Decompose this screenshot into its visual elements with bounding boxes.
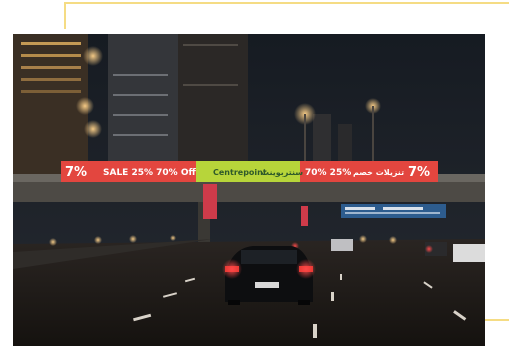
- bridge-billboard: 7% SALE 25% 70% Off Centrepoint سنتربوين…: [61, 161, 438, 182]
- billboard-right-promo: 70% 25%: [305, 168, 351, 178]
- decorative-frame-bottom: [485, 319, 509, 321]
- billboard-center-brand: Centrepoint: [213, 168, 267, 177]
- hanging-banner: [301, 206, 308, 226]
- hanging-banner: [203, 184, 217, 219]
- billboard-right-arabic: تنزيلات خصم: [353, 168, 404, 177]
- decorative-frame-top: [64, 2, 509, 29]
- night-highway-photo: 7% SALE 25% 70% Off Centrepoint سنتربوين…: [13, 34, 485, 346]
- billboard-right-logo: 7%: [408, 165, 430, 180]
- overhead-road-sign: [341, 204, 446, 218]
- black-sedan: [222, 246, 316, 305]
- skyscrapers-left: [13, 34, 248, 174]
- billboard-left-logo: 7%: [65, 165, 87, 180]
- billboard-center-arabic: سنتربوينت: [261, 168, 303, 177]
- billboard-left-promo: SALE 25% 70% Off: [103, 168, 196, 178]
- overpass-body: [13, 182, 485, 202]
